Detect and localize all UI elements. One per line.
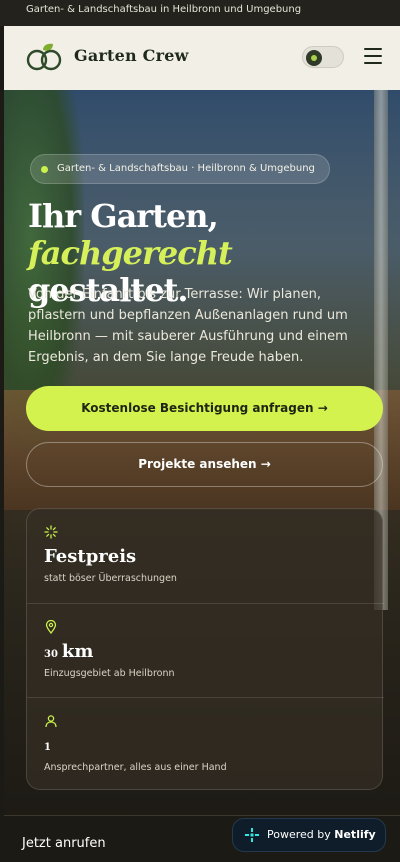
stat-value-main: Festpreis	[44, 546, 137, 567]
status-dot-icon	[41, 166, 48, 173]
announcement-text: Garten- & Landschaftsbau in Heilbronn un…	[26, 4, 302, 15]
stat-label: statt böser Überraschungen	[44, 573, 177, 584]
stat-value-prefix: 1	[44, 742, 51, 753]
hero-tagline-pill: Garten- & Landschaftsbau · Heilbronn & U…	[30, 154, 330, 184]
netlify-brand: Netlify	[334, 828, 376, 841]
stat-value: 30 km	[44, 641, 93, 662]
hero-title-line1: Ihr Garten,	[28, 197, 219, 235]
site-header: Garten Crew	[4, 26, 400, 90]
stat-value-prefix: 30	[44, 649, 58, 660]
hero-title-highlight: fachgerecht	[28, 234, 233, 272]
view-projects-button[interactable]: Projekte ansehen →	[26, 442, 383, 487]
stat-label: Ansprechpartner, alles aus einer Hand	[44, 762, 227, 773]
request-visit-button[interactable]: Kostenlose Besichtigung anfragen →	[26, 386, 383, 431]
theme-toggle[interactable]	[302, 46, 344, 68]
stats-card: Festpreis statt böser Überraschungen 30 k…	[26, 508, 384, 791]
stat-label: Einzugsgebiet ab Heilbronn	[44, 668, 175, 679]
brand-name[interactable]: Garten Crew	[74, 46, 189, 65]
person-icon	[45, 715, 57, 728]
netlify-icon	[245, 828, 259, 842]
call-now-link[interactable]: Jetzt anrufen	[22, 836, 106, 851]
sparkle-icon	[44, 525, 58, 539]
leaf-icon	[306, 50, 322, 66]
hero-section: Garten- & Landschaftsbau · Heilbronn & U…	[4, 90, 400, 815]
announcement-bar: Garten- & Landschaftsbau in Heilbronn un…	[0, 0, 400, 26]
stat-item: Festpreis statt böser Überraschungen	[27, 509, 384, 603]
hamburger-icon[interactable]	[364, 48, 382, 66]
netlify-badge[interactable]: Powered by Netlify	[232, 818, 386, 852]
netlify-prefix: Powered by	[267, 828, 335, 841]
stat-value: 1	[44, 735, 55, 754]
stat-item: 1 Ansprechpartner, alles aus einer Hand	[27, 697, 384, 791]
logo-icon[interactable]	[26, 42, 62, 72]
hero-lead: Von der Einfahrt bis zur Terrasse: Wir p…	[28, 287, 348, 365]
location-pin-icon	[45, 620, 57, 634]
stat-value: Festpreis	[44, 546, 136, 567]
stat-value-main: km	[61, 641, 94, 662]
stat-item: 30 km Einzugsgebiet ab Heilbronn	[27, 603, 384, 697]
hero-tagline-text: Garten- & Landschaftsbau · Heilbronn & U…	[57, 163, 315, 174]
